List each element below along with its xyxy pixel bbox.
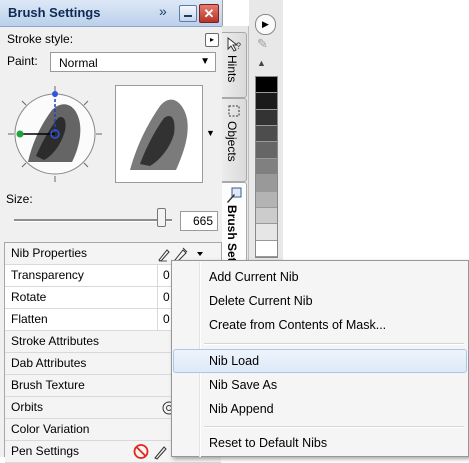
pen-tool-icon[interactable]: ✎: [257, 36, 268, 52]
docker-title: Brush Settings: [8, 5, 101, 20]
column-divider: [157, 309, 158, 330]
nib-preview: [115, 85, 203, 183]
property-value[interactable]: 0: [163, 309, 170, 330]
color-swatch[interactable]: [256, 126, 277, 143]
size-label: Size:: [6, 192, 33, 206]
tab-label: Brush Sett: [225, 205, 239, 266]
stroke-style-label: Stroke style:: [7, 32, 74, 46]
category-label: Dab Attributes: [11, 356, 87, 370]
category-label: Pen Settings: [11, 444, 80, 458]
menu-separator: [204, 343, 464, 345]
category-label: Orbits: [11, 400, 44, 414]
paint-label: Paint:: [7, 54, 38, 68]
menu-item-create-from-mask[interactable]: Create from Contents of Mask...: [173, 313, 467, 337]
play-icon[interactable]: ▶: [255, 14, 276, 35]
dropdown-icon[interactable]: [197, 252, 203, 256]
column-divider: [157, 287, 158, 308]
preview-menu-icon[interactable]: ▼: [206, 128, 215, 138]
menu-item-nib-load[interactable]: Nib Load: [173, 349, 467, 373]
category-label: Color Variation: [11, 422, 90, 436]
menu-item-reset-default-nibs[interactable]: Reset to Default Nibs: [173, 431, 467, 455]
pen-icon[interactable]: [154, 446, 167, 460]
tab-brush-settings[interactable]: Brush Sett: [222, 182, 247, 266]
menu-separator: [204, 426, 464, 428]
color-swatch[interactable]: [256, 224, 277, 241]
category-label: Brush Texture: [11, 378, 85, 392]
stroke-style-menu-icon[interactable]: ▸: [205, 33, 219, 47]
nib-orientation-dial[interactable]: [6, 84, 105, 184]
color-swatch[interactable]: [256, 77, 277, 94]
objects-icon: [228, 105, 240, 117]
color-swatch[interactable]: [256, 207, 277, 225]
nib-context-menu: Add Current Nib Delete Current Nib Creat…: [171, 260, 469, 457]
property-label: Rotate: [11, 290, 47, 304]
color-swatch[interactable]: [256, 109, 277, 127]
property-label: Transparency: [11, 268, 84, 282]
category-label: Stroke Attributes: [11, 334, 100, 348]
close-icon[interactable]: ✕: [199, 4, 219, 23]
menu-item-nib-save-as[interactable]: Nib Save As: [173, 373, 467, 397]
tab-hints[interactable]: ? Hints: [222, 32, 247, 98]
svg-text:?: ?: [236, 41, 241, 51]
pen-icon[interactable]: [158, 249, 170, 262]
disabled-icon[interactable]: [133, 444, 149, 459]
color-swatch[interactable]: [256, 175, 277, 192]
size-input[interactable]: 665: [180, 211, 218, 231]
color-swatch[interactable]: [256, 240, 277, 257]
menu-item-add-current-nib[interactable]: Add Current Nib: [173, 265, 467, 289]
color-swatch[interactable]: [256, 93, 277, 110]
minimize-icon[interactable]: [179, 5, 197, 22]
color-swatch-column: [255, 76, 278, 258]
color-swatch[interactable]: [256, 158, 277, 176]
tab-label: Hints: [225, 55, 239, 83]
column-divider: [157, 265, 158, 286]
category-label: Nib Properties: [11, 246, 88, 260]
property-label: Flatten: [11, 312, 48, 326]
size-slider-thumb[interactable]: [156, 208, 166, 227]
menu-item-nib-append[interactable]: Nib Append: [173, 397, 467, 421]
menu-item-delete-current-nib[interactable]: Delete Current Nib: [173, 289, 467, 313]
color-swatch[interactable]: [256, 142, 277, 159]
hints-icon: ?: [227, 37, 241, 52]
paint-select-value: Normal: [59, 56, 98, 70]
brush-settings-icon: [227, 187, 242, 203]
property-value[interactable]: 0: [163, 265, 170, 286]
chevron-down-icon: ▼: [200, 56, 210, 67]
scroll-up-icon[interactable]: ▲: [257, 58, 266, 68]
more-icon[interactable]: »: [159, 3, 167, 19]
property-value[interactable]: 0: [163, 287, 170, 308]
paint-select[interactable]: Normal ▼: [50, 52, 216, 72]
tab-objects[interactable]: Objects: [222, 98, 247, 182]
tab-label: Objects: [225, 121, 239, 162]
color-swatch[interactable]: [256, 191, 277, 208]
size-slider-track[interactable]: [14, 219, 172, 222]
docker-titlebar: Brush Settings » ✕: [0, 0, 222, 27]
